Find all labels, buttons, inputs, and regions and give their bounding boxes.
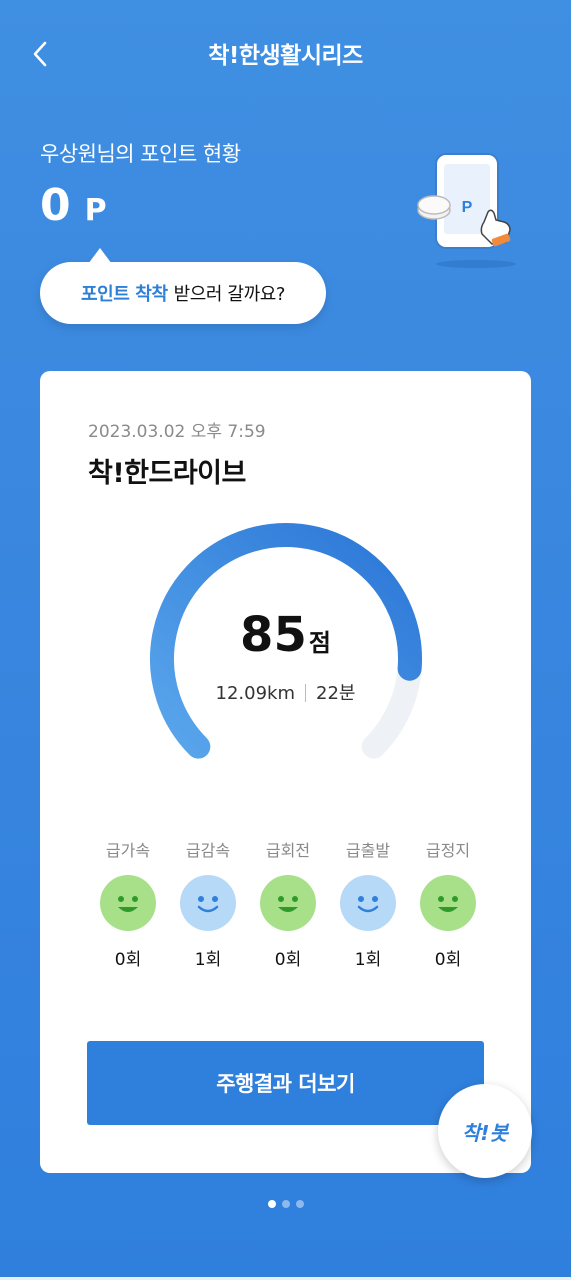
header: 착!한생활시리즈 xyxy=(0,0,571,104)
event-item: 급출발 1회 xyxy=(328,837,408,970)
points-unit: P xyxy=(84,193,107,228)
points-number: 0 xyxy=(40,180,71,231)
event-count: 0회 xyxy=(434,950,462,970)
drive-title: 착!한드라이브 xyxy=(88,458,246,489)
event-label: 급출발 xyxy=(345,841,391,860)
points-label: 우상원님의 포인트 현황 xyxy=(40,142,241,166)
event-count: 1회 xyxy=(194,950,222,970)
trip-duration: 22분 xyxy=(316,683,356,704)
event-label: 급정지 xyxy=(425,841,471,860)
more-results-button[interactable]: 주행결과 더보기 xyxy=(87,1041,484,1125)
page-dot[interactable] xyxy=(295,1200,304,1208)
event-count: 0회 xyxy=(114,950,142,970)
event-label: 급감속 xyxy=(185,841,231,860)
drive-date: 2023.03.02 오후 7:59 xyxy=(88,422,266,442)
score-value: 85 xyxy=(240,607,307,663)
event-list: 급가속 0회 급감속 1회 급회전 0회 급출발 1회 급정지 0회 xyxy=(88,837,488,970)
event-item: 급정지 0회 xyxy=(408,837,488,970)
bubble-text: 받으러 갈까요? xyxy=(173,284,286,305)
event-count: 1회 xyxy=(354,950,382,970)
event-count: 0회 xyxy=(274,950,302,970)
page-dot[interactable] xyxy=(281,1200,290,1208)
pagination-dots xyxy=(0,1200,571,1208)
point-earn-bubble[interactable]: 포인트 착착 받으러 갈까요? xyxy=(40,248,326,324)
event-item: 급회전 0회 xyxy=(248,837,328,970)
smile-face-icon xyxy=(420,875,476,931)
smile-face-icon xyxy=(100,875,156,931)
score: 85점 xyxy=(40,607,531,663)
points-value: 0 P xyxy=(40,180,107,231)
event-label: 급가속 xyxy=(105,841,151,860)
trip-distance: 12.09km xyxy=(215,683,296,704)
chakbot-button[interactable]: 착!봇 xyxy=(438,1084,532,1178)
drive-result-card: 2023.03.02 오후 7:59 착!한드라이브 85점 12.09km 22… xyxy=(40,371,531,1173)
bubble-highlight: 포인트 착착 xyxy=(80,284,168,305)
trip-summary: 12.09km 22분 xyxy=(40,679,531,705)
smile-face-icon xyxy=(340,875,396,931)
phone-point-illustration: P xyxy=(417,153,516,268)
trip-divider xyxy=(305,684,307,702)
svg-text:P: P xyxy=(462,199,473,216)
event-label: 급회전 xyxy=(265,841,311,860)
page-dot[interactable] xyxy=(267,1200,276,1208)
smile-face-icon xyxy=(180,875,236,931)
score-unit: 점 xyxy=(308,629,331,657)
event-item: 급가속 0회 xyxy=(88,837,168,970)
smile-face-icon xyxy=(260,875,316,931)
event-item: 급감속 1회 xyxy=(168,837,248,970)
page-title: 착!한생활시리즈 xyxy=(208,43,363,69)
